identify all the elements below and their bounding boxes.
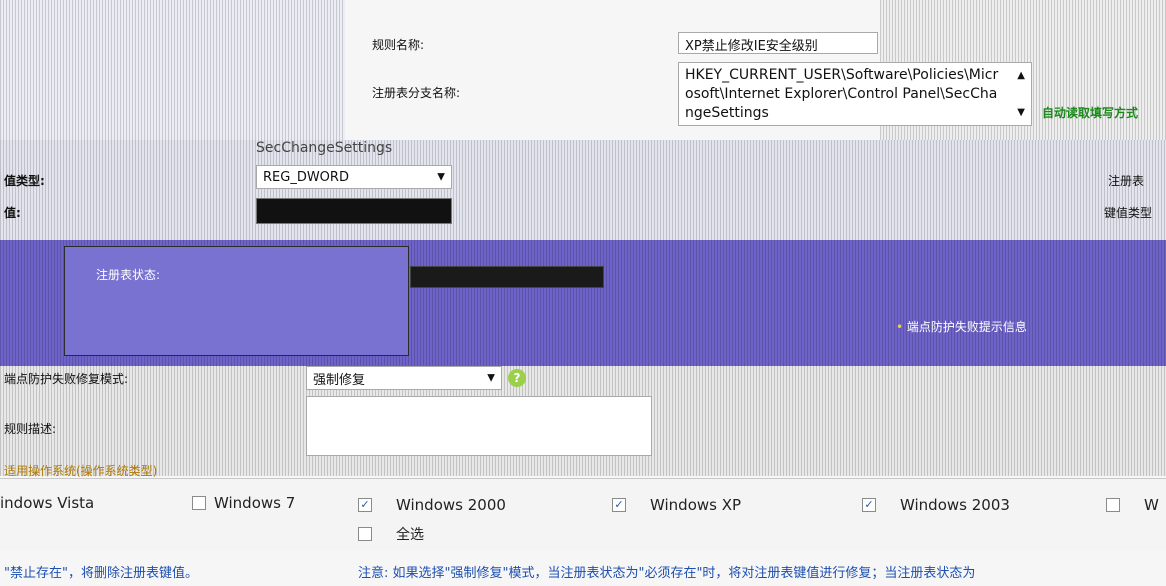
right-label-2: 键值类型: [1104, 206, 1153, 220]
alert-info-label: • 端点防护失败提示信息: [896, 318, 1027, 335]
reg-branch-value: HKEY_CURRENT_USER\Software\Policies\Micr…: [685, 67, 999, 121]
rule-name-value: XP禁止修改IE安全级别: [685, 39, 818, 54]
reg-state-panel: [64, 246, 409, 356]
rule-desc-textarea[interactable]: [306, 396, 652, 456]
scroll-up-icon[interactable]: ▲: [1017, 66, 1025, 85]
repair-mode-label: 端点防护失败修复模式:: [4, 372, 129, 386]
scroll-down-icon[interactable]: ▼: [1017, 103, 1025, 122]
os-other-option[interactable]: W: [1106, 496, 1159, 514]
os-other-checkbox[interactable]: [1106, 498, 1120, 512]
select-all-option[interactable]: 全选: [358, 524, 424, 544]
value-type-value: REG_DWORD: [263, 169, 349, 185]
os-winxp-checkbox[interactable]: [612, 498, 626, 512]
rule-desc-label: 规则描述:: [4, 422, 57, 436]
reg-branch-textarea[interactable]: HKEY_CURRENT_USER\Software\Policies\Micr…: [678, 62, 1032, 126]
os-win2003-option[interactable]: Windows 2003: [862, 496, 1010, 514]
footer-left-note: "禁止存在"，将删除注册表键值。: [4, 566, 198, 581]
select-all-checkbox[interactable]: [358, 527, 372, 541]
right-label-1: 注册表: [1108, 174, 1145, 188]
rule-name-label: 规则名称:: [372, 38, 425, 52]
value-input[interactable]: [256, 198, 452, 224]
value-type-select[interactable]: REG_DWORD ▼: [256, 165, 452, 189]
quick-method-link[interactable]: 自动读取填写方式: [1042, 104, 1138, 121]
rule-name-input[interactable]: XP禁止修改IE安全级别: [678, 32, 878, 54]
os-win2003-label: Windows 2003: [900, 496, 1010, 514]
header-band: [0, 140, 1166, 240]
info-dot-icon: •: [896, 320, 904, 334]
top-band-left: [0, 0, 345, 140]
reg-state-select[interactable]: [410, 266, 604, 288]
alert-info-text: 端点防护失败提示信息: [906, 320, 1027, 334]
os-section-label: 适用操作系统(操作系统类型): [4, 464, 158, 478]
help-icon[interactable]: ?: [508, 369, 526, 387]
value-label: 值:: [4, 206, 21, 220]
os-winxp-option[interactable]: Windows XP: [612, 496, 741, 514]
value-type-label: 值类型:: [4, 174, 45, 188]
os-win2003-checkbox[interactable]: [862, 498, 876, 512]
reg-branch-label: 注册表分支名称:: [372, 86, 461, 100]
os-win2000-label: Windows 2000: [396, 496, 506, 514]
reg-state-label: 注册表状态:: [96, 268, 161, 282]
os-win7-label: Windows 7: [214, 494, 296, 512]
os-winxp-label: Windows XP: [650, 496, 742, 514]
os-vista-label: indows Vista: [0, 494, 95, 512]
footer-right-note: 注意: 如果选择"强制修复"模式，当注册表状态为"必须存在"时，将对注册表键值进…: [358, 566, 976, 581]
chevron-down-icon: ▼: [437, 171, 445, 183]
repair-mode-value: 强制修复: [313, 372, 366, 388]
os-other-label: W: [1144, 496, 1159, 514]
key-name-value: SecChangeSettings: [256, 140, 393, 156]
os-win2000-option[interactable]: Windows 2000: [358, 496, 506, 514]
os-band: [0, 478, 1166, 550]
repair-mode-select[interactable]: 强制修复 ▼: [306, 366, 502, 390]
chevron-down-icon: ▼: [487, 372, 495, 384]
select-all-label: 全选: [396, 527, 424, 543]
os-win7-option[interactable]: Windows 7: [192, 494, 295, 512]
os-win2000-checkbox[interactable]: [358, 498, 372, 512]
os-win7-checkbox[interactable]: [192, 496, 206, 510]
